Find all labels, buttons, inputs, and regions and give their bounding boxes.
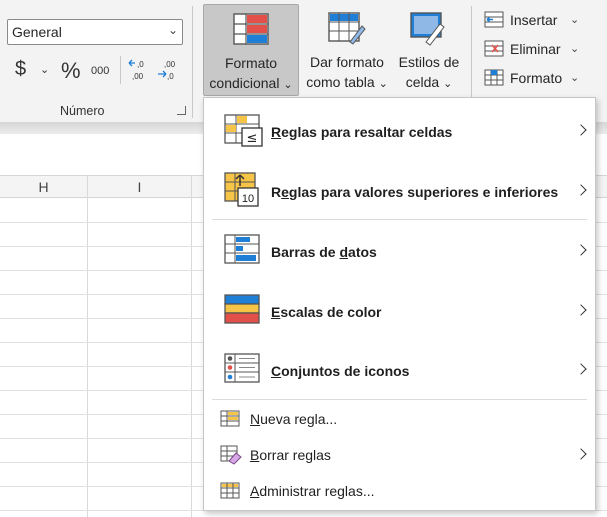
menu-item-clear-rules[interactable]: Borrar reglas [204,442,595,468]
increase-decimal-icon[interactable]: ,0 ,00 [128,58,150,82]
highlight-cells-rules-icon: ≤ [224,114,263,147]
cell-styles-icon [410,12,445,46]
menu-item-data-bars[interactable]: Barras de datos [204,230,595,272]
conditional-formatting-menu: ≤ Reglas para resaltar celdas 10 Reglas … [203,97,596,511]
dialog-launcher-icon[interactable] [177,106,186,115]
menu-divider [212,219,587,220]
menu-item-icon-sets[interactable]: Conjuntos de iconos [204,349,595,391]
cell-styles-label-line2: celda [405,74,440,90]
conditional-formatting-icon [233,13,269,45]
menu-divider [212,399,587,400]
menu-item-label: Conjuntos de iconos [271,363,410,379]
divider [120,56,121,84]
clear-rules-icon [220,445,242,465]
ten-glyph: 10 [242,193,254,205]
insert-cells-icon [484,11,504,28]
delete-label: Eliminar [510,41,561,57]
currency-dropdown-chevron-icon[interactable]: ⌄ [40,63,49,76]
chevron-right-icon [575,304,587,316]
svg-text:,0: ,0 [167,72,174,81]
chevron-right-icon [575,184,587,196]
less-equal-glyph: ≤ [247,131,258,146]
delete-button[interactable]: Eliminar ⌄ [484,38,584,60]
menu-item-label: Reglas para valores superiores e inferio… [271,184,559,200]
insert-button[interactable]: Insertar ⌄ [484,9,584,31]
menu-item-highlight-cells-rules[interactable]: ≤ Reglas para resaltar celdas [204,112,595,152]
number-format-value: General [12,24,62,40]
number-group-label: Número [60,104,105,118]
format-cells-button[interactable]: Formato ⌄ [484,67,584,89]
icon-sets-icon [224,353,260,383]
chevron-right-icon [575,363,587,375]
column-header-i[interactable]: I [88,176,191,198]
insert-label: Insertar [510,12,558,28]
chevron-down-icon: ⌄ [378,78,388,90]
format-label: Formato [510,70,563,86]
decrease-decimal-icon[interactable]: ,00 ,0 [156,58,180,82]
menu-item-label: Administrar reglas... [250,483,375,499]
divider [192,6,193,118]
conditional-formatting-label-line1: Formato [224,55,278,71]
menu-item-label: Reglas para resaltar celdas [271,124,453,140]
chevron-down-icon: ⌄ [570,43,580,55]
conditional-formatting-label-line2: condicional [209,75,280,91]
thousands-separator-button[interactable]: 000 [91,65,109,77]
chevron-right-icon [575,448,587,460]
format-cells-icon [484,69,504,86]
menu-item-label: Borrar reglas [250,447,331,463]
cell-styles-button[interactable]: Estilos de celda ⌄ [393,4,465,96]
menu-item-label: Barras de datos [271,244,377,260]
number-format-select[interactable]: General ⌄ [7,19,183,45]
chevron-down-icon: ⌄ [570,72,580,84]
delete-cells-icon [484,40,504,57]
percent-format-button[interactable]: % [61,58,81,84]
column-gridline [87,176,88,517]
cell-styles-label-line1: Estilos de [398,54,460,70]
new-rule-icon [220,410,240,427]
format-as-table-icon [328,12,366,45]
data-bars-icon [224,234,260,264]
color-scales-icon [224,294,260,324]
svg-text:,0: ,0 [137,60,144,69]
manage-rules-icon [220,482,240,499]
menu-item-color-scales[interactable]: Escalas de color [204,290,595,332]
format-as-table-button[interactable]: Dar formato como tabla ⌄ [301,4,393,96]
menu-item-manage-rules[interactable]: Administrar reglas... [204,478,595,504]
format-as-table-label-line1: Dar formato [310,54,384,70]
top-bottom-rules-icon: 10 [224,172,259,207]
menu-item-label: Escalas de color [271,304,382,320]
chevron-down-icon: ⌄ [443,78,453,90]
format-as-table-label-line2: como tabla [306,74,375,90]
chevron-down-icon: ⌄ [283,79,293,91]
chevron-right-icon [575,244,587,256]
chevron-down-icon: ⌄ [570,14,580,26]
conditional-formatting-button[interactable]: Formato condicional ⌄ [203,4,299,96]
chevron-right-icon [575,124,587,136]
svg-text:,00: ,00 [164,60,176,69]
menu-item-label: Nueva regla... [250,411,338,427]
menu-item-top-bottom-rules[interactable]: 10 Reglas para valores superiores e infe… [204,170,595,212]
svg-text:,00: ,00 [132,72,144,81]
column-header-h[interactable]: H [0,176,87,198]
menu-item-new-rule[interactable]: Nueva regla... [204,406,595,432]
chevron-down-icon: ⌄ [167,23,178,37]
currency-format-button[interactable]: $ [15,58,26,81]
column-gridline [191,176,192,517]
